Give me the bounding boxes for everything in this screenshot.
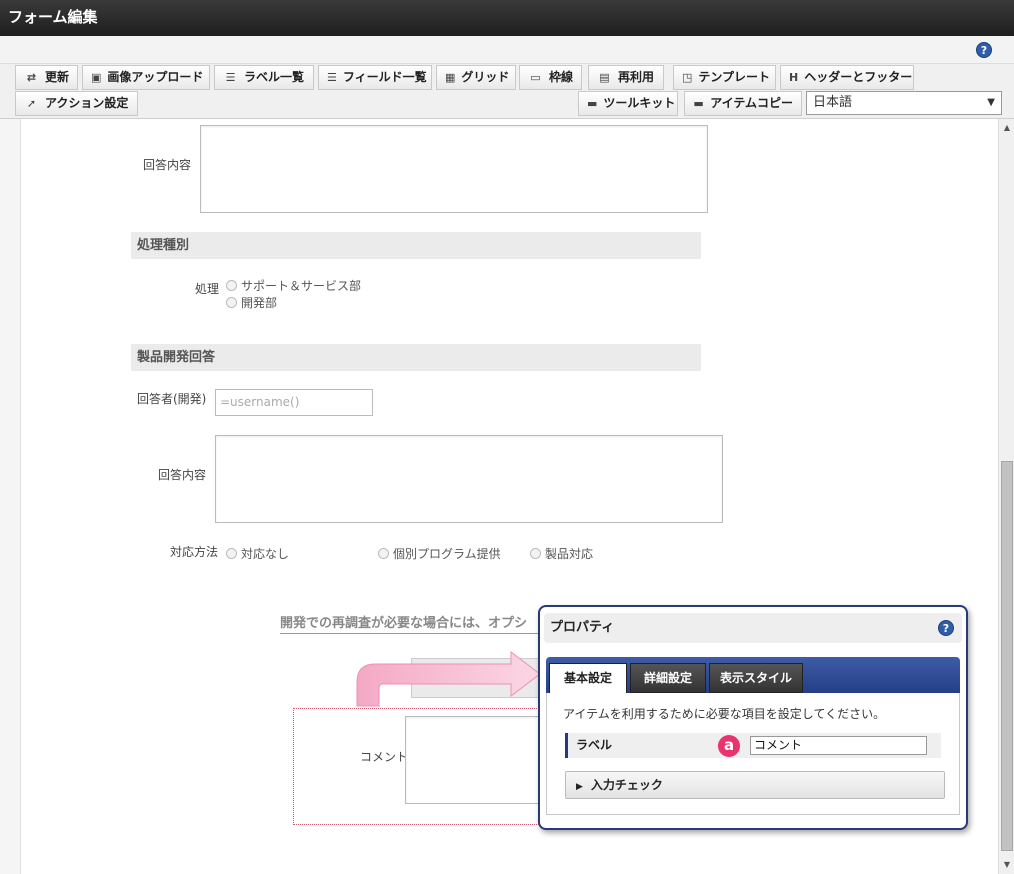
toolkit-button-label: ツールキット (603, 96, 676, 110)
radio-support[interactable]: サポート＆サービス部 (226, 277, 361, 294)
notice-text: 開発での再調査が必要な場合には、オプシ (280, 612, 542, 634)
arrow-right-icon (356, 650, 541, 707)
label-list-button[interactable]: ☰ ラベル一覧 (214, 65, 314, 90)
border-button-label: 枠線 (548, 70, 573, 84)
chevron-down-icon: ▼ (987, 97, 995, 108)
field-list-button[interactable]: ☰ フィールド一覧 (318, 65, 432, 90)
annotation-badge: a (718, 735, 740, 757)
window-title: フォーム編集 (0, 0, 1014, 36)
document-icon: ▤ (599, 71, 610, 84)
properties-description: アイテムを利用するために必要な項目を設定してください。 (563, 707, 886, 721)
item-copy-button[interactable]: ▬ アイテムコピー (684, 91, 802, 116)
toolbox-icon: ▬ (587, 97, 598, 110)
method-label: 対応方法 (170, 545, 219, 559)
radio-product-fix[interactable]: 製品対応 (530, 545, 593, 562)
help-icon[interactable]: ? (976, 42, 992, 58)
scroll-thumb[interactable] (1001, 461, 1013, 851)
process-label: 処理 (195, 282, 220, 296)
radio-no-action[interactable]: 対応なし (226, 545, 289, 562)
radio-button[interactable] (226, 280, 237, 291)
action-icon: ➚ (26, 97, 37, 110)
properties-body: アイテムを利用するために必要な項目を設定してください。 ラベル a コメント ▶… (546, 693, 960, 815)
properties-tabs: 基本設定 詳細設定 表示スタイル (546, 657, 960, 693)
radio-individual-program[interactable]: 個別プログラム提供 (378, 545, 501, 562)
answer-content-dev-textarea[interactable] (215, 435, 723, 523)
radio-button[interactable] (226, 297, 237, 308)
refresh-icon: ⇄ (26, 71, 37, 84)
template-button[interactable]: ◳ テンプレート (673, 65, 776, 90)
language-value: 日本語 (813, 95, 853, 110)
border-icon: ▭ (530, 71, 541, 84)
properties-title: プロパティ (544, 613, 962, 643)
action-settings-button-label: アクション設定 (45, 96, 129, 110)
radio-button[interactable] (530, 548, 541, 559)
tab-display-style[interactable]: 表示スタイル (709, 663, 803, 693)
comment-textarea[interactable] (405, 716, 545, 804)
border-button[interactable]: ▭ 枠線 (519, 65, 582, 90)
properties-dialog: プロパティ ? 基本設定 詳細設定 表示スタイル アイテムを利用するために必要な… (538, 605, 968, 830)
answer-content-label: 回答内容 (143, 158, 192, 172)
template-button-label: テンプレート (698, 70, 771, 84)
item-copy-button-label: アイテムコピー (710, 96, 793, 110)
help-icon[interactable]: ? (938, 620, 954, 636)
tab-basic-settings[interactable]: 基本設定 (549, 663, 627, 693)
action-settings-button[interactable]: ➚ アクション設定 (15, 91, 138, 116)
template-icon: ◳ (682, 71, 693, 84)
copy-icon: ▬ (693, 97, 704, 110)
triangle-right-icon: ▶ (576, 782, 583, 792)
responder-input[interactable]: =username() (215, 389, 373, 416)
list-icon: ☰ (225, 71, 236, 84)
image-upload-icon: ▣ (91, 71, 102, 84)
scroll-up-icon[interactable]: ▲ (1001, 122, 1013, 134)
responder-label: 回答者(開発) (137, 392, 207, 406)
tab-detail-settings[interactable]: 詳細設定 (630, 663, 706, 693)
label-list-button-label: ラベル一覧 (244, 70, 305, 84)
update-button[interactable]: ⇄ 更新 (15, 65, 78, 90)
field-list-icon: ☰ (327, 71, 337, 84)
vertical-scrollbar[interactable]: ▲ ▼ (998, 119, 1014, 874)
reuse-button-label: 再利用 (618, 70, 655, 84)
header-footer-button-label: ヘッダーとフッター (804, 70, 913, 84)
input-check-toggle[interactable]: ▶ 入力チェック (565, 771, 945, 799)
comment-label: コメント (360, 750, 409, 764)
field-list-button-label: フィールド一覧 (342, 70, 427, 84)
header-icon: H (789, 71, 799, 84)
language-select[interactable]: 日本語 ▼ (806, 91, 1002, 115)
radio-dev[interactable]: 開発部 (226, 294, 277, 311)
help-bar: ? (0, 36, 1014, 64)
toolkit-button[interactable]: ▬ ツールキット (578, 91, 678, 116)
image-upload-button-label: 画像アップロード (107, 70, 204, 84)
section-dev-answer: 製品開発回答 (131, 344, 701, 371)
radio-button[interactable] (378, 548, 389, 559)
grid-icon: ▦ (445, 71, 456, 84)
radio-button[interactable] (226, 548, 237, 559)
label-input[interactable]: コメント (750, 736, 927, 755)
header-footer-button[interactable]: H ヘッダーとフッター (780, 65, 914, 90)
grid-button[interactable]: ▦ グリッド (436, 65, 516, 90)
image-upload-button[interactable]: ▣ 画像アップロード (82, 65, 210, 90)
label-setting-row: ラベル a コメント (565, 733, 941, 758)
update-button-label: 更新 (44, 70, 69, 84)
label-key: ラベル (576, 738, 613, 752)
answer-content-dev-label: 回答内容 (158, 468, 207, 482)
section-process-type: 処理種別 (131, 232, 701, 259)
reuse-button[interactable]: ▤ 再利用 (588, 65, 664, 90)
answer-content-textarea[interactable] (200, 125, 708, 213)
grid-button-label: グリッド (461, 70, 510, 84)
scroll-down-icon[interactable]: ▼ (1001, 859, 1013, 871)
